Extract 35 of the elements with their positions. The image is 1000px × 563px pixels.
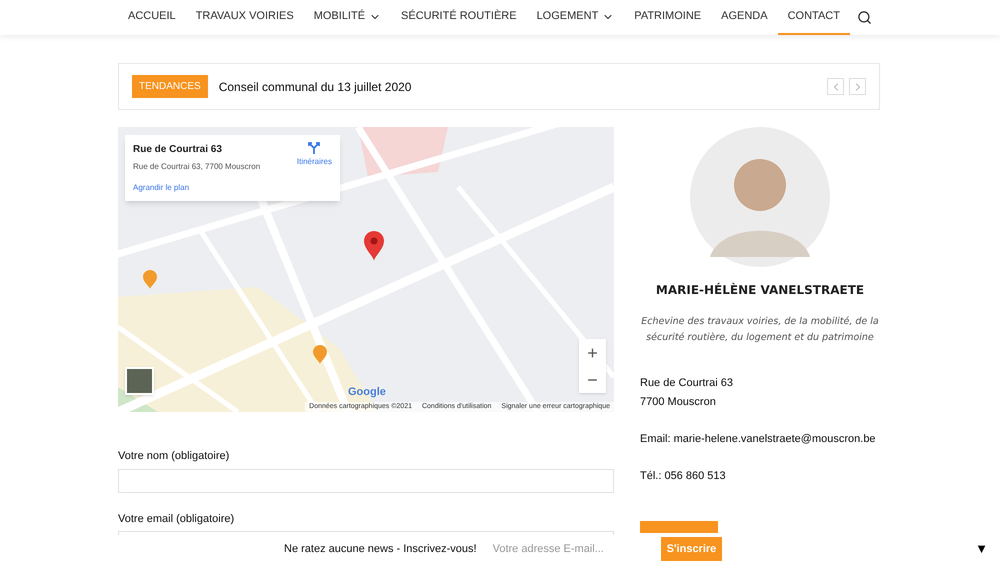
next-button[interactable] xyxy=(849,78,866,95)
scroll-down-arrow[interactable]: ▼ xyxy=(975,539,988,559)
newsletter-text: Ne ratez aucune news - Inscrivez-vous! xyxy=(284,542,477,557)
search-icon[interactable] xyxy=(857,10,872,25)
field-label: Votre nom (obligatoire) xyxy=(118,449,230,464)
trending-badge: TENDANCES xyxy=(132,75,208,98)
enlarge-map-link[interactable]: Agrandir le plan xyxy=(133,182,332,194)
email-text: Email: marie-helene.vanelstraete@mouscron.be xyxy=(640,432,877,447)
phone-text: Tél.: 056 860 513 xyxy=(640,469,727,484)
nav-item[interactable]: TRAVAUX VOIRIES xyxy=(186,0,304,35)
nav-item[interactable]: LOGEMENT xyxy=(526,0,624,35)
previous-button[interactable] xyxy=(827,78,844,95)
nav-item[interactable]: ACCUEIL xyxy=(118,0,186,35)
field-label: Votre email (obligatoire) xyxy=(118,512,236,526)
input-field[interactable] xyxy=(118,468,614,492)
directions-link[interactable]: Itinéraires xyxy=(296,142,332,173)
headline-link[interactable]: Conseil communal du 13 juillet 2020 xyxy=(218,78,412,96)
profile-name: MARIE-HÉLÈNE VANELSTRAETE xyxy=(654,282,866,299)
map-logo: Google xyxy=(348,384,386,400)
nav-item[interactable]: MOBILITÉ xyxy=(304,0,392,35)
nav-item[interactable]: PATRIMOINE xyxy=(624,0,712,35)
profile-role: Echevine des travaux voiries, de la mobilité, de la sécurité routière, du logement et du patrimoine xyxy=(640,315,880,345)
zoom-in-button[interactable]: + xyxy=(579,339,606,366)
directions-icon xyxy=(308,142,320,154)
place-title: Rue de Courtrai 63 xyxy=(133,143,223,157)
nav-item[interactable]: CONTACT xyxy=(778,0,850,35)
nav-item[interactable]: SÉCURITÉ ROUTIÈRE xyxy=(391,0,527,35)
email-input[interactable]: Votre adresse E-mail... xyxy=(492,540,653,558)
address-line: 7700 Mouscron xyxy=(640,395,717,410)
address-line: Rue de Courtrai 63 xyxy=(640,376,734,391)
place-address: Rue de Courtrai 63, 7700 Mouscron xyxy=(133,161,260,173)
nav-item[interactable]: AGENDA xyxy=(711,0,778,35)
satellite-thumbnail[interactable] xyxy=(125,367,154,395)
zoom-out-button[interactable]: − xyxy=(579,366,606,393)
meet-button[interactable] xyxy=(640,521,718,533)
